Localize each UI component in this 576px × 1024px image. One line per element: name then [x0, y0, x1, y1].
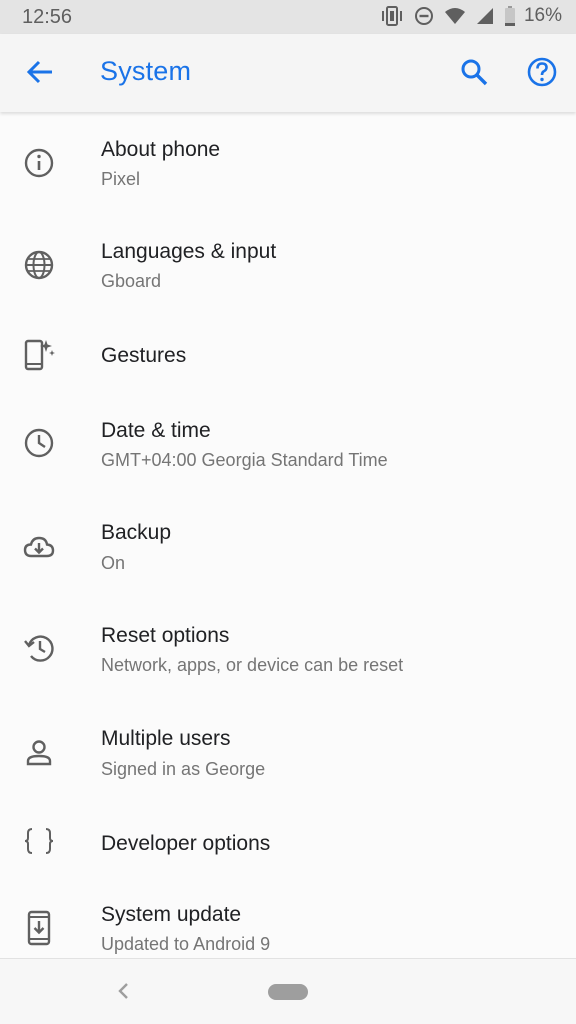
page-title: System	[100, 56, 192, 86]
search-icon[interactable]	[456, 54, 492, 90]
status-bar: 12:56 16%	[0, 0, 576, 34]
gestures-icon	[22, 336, 56, 371]
cloud-backup-icon	[22, 530, 56, 564]
cell-signal-icon	[476, 7, 494, 25]
globe-icon	[22, 248, 56, 282]
item-label: System update	[101, 903, 242, 926]
info-icon	[22, 146, 56, 180]
back-arrow-icon[interactable]	[22, 54, 58, 90]
item-label: Reset options	[101, 624, 230, 647]
status-icons: 16%	[380, 5, 562, 27]
item-sublabel: Updated to Android 9	[101, 934, 271, 954]
list-item-backup[interactable]: Backup On	[0, 516, 576, 600]
item-sublabel: Gboard	[101, 271, 162, 291]
braces-icon	[22, 824, 56, 858]
item-sublabel: Pixel	[101, 169, 141, 189]
item-label: Backup	[101, 521, 172, 544]
item-label: About phone	[101, 138, 221, 161]
clock-icon	[22, 426, 56, 460]
item-label: Languages & input	[101, 240, 277, 263]
list-item-about-phone[interactable]: About phone Pixel	[0, 132, 576, 216]
item-label: Date & time	[101, 419, 211, 442]
item-sublabel: On	[101, 553, 126, 573]
settings-list: About phone Pixel Languages & input Gboa…	[0, 112, 576, 958]
help-icon[interactable]	[524, 54, 560, 90]
list-item-gestures[interactable]: Gestures	[0, 330, 576, 390]
do-not-disturb-icon	[414, 6, 434, 26]
person-icon	[22, 736, 56, 770]
navigation-bar	[0, 958, 576, 1024]
battery-icon	[504, 6, 516, 26]
battery-percent: 16%	[523, 5, 562, 26]
wifi-icon	[444, 7, 466, 25]
history-icon	[22, 631, 56, 665]
item-sublabel: GMT+04:00 Georgia Standard Time	[101, 450, 388, 470]
status-time: 12:56	[22, 6, 73, 28]
nav-home-pill[interactable]	[268, 984, 308, 1000]
list-item-system-update[interactable]: System update Updated to Android 9	[0, 898, 576, 958]
item-label: Gestures	[101, 344, 187, 367]
list-item-date-time[interactable]: Date & time GMT+04:00 Georgia Standard T…	[0, 414, 576, 498]
list-item-developer-options[interactable]: Developer options	[0, 818, 576, 878]
app-bar: System	[0, 34, 576, 112]
list-item-multiple-users[interactable]: Multiple users Signed in as George	[0, 722, 576, 806]
item-label: Multiple users	[101, 727, 231, 750]
list-item-languages-input[interactable]: Languages & input Gboard	[0, 234, 576, 318]
item-sublabel: Network, apps, or device can be reset	[101, 655, 404, 675]
settings-system-screen: 12:56 16% System About phone Pixel Langu…	[0, 0, 576, 1024]
system-update-icon	[22, 910, 56, 946]
list-item-reset-options[interactable]: Reset options Network, apps, or device c…	[0, 619, 576, 703]
vibrate-icon	[380, 5, 404, 27]
nav-back-icon[interactable]	[112, 979, 136, 1003]
item-sublabel: Signed in as George	[101, 759, 266, 779]
item-label: Developer options	[101, 832, 271, 855]
